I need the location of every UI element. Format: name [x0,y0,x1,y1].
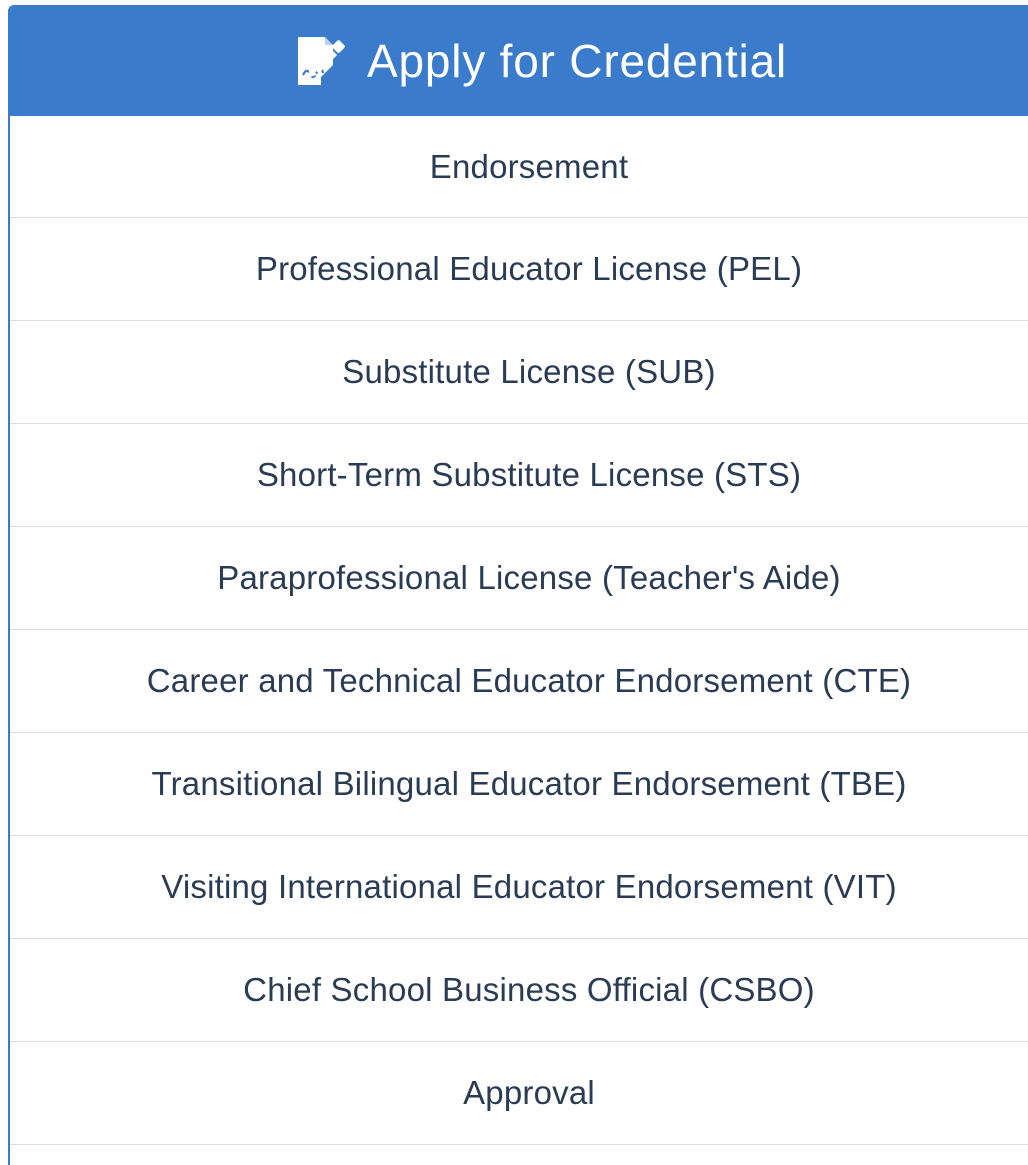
credential-item-label: Visiting International Educator Endorsem… [161,868,897,905]
page-title: Apply for Credential [367,35,787,87]
credential-item-sts[interactable]: Short-Term Substitute License (STS) [10,424,1028,527]
credential-item-label: Chief School Business Official (CSBO) [243,971,815,1008]
edit-document-icon [295,35,353,87]
credential-item-paraprofessional[interactable]: Paraprofessional License (Teacher's Aide… [10,527,1028,630]
credential-item-approval[interactable]: Approval [10,1042,1028,1145]
panel-header: Apply for Credential [10,6,1028,116]
credential-item-tbe[interactable]: Transitional Bilingual Educator Endorsem… [10,733,1028,836]
credential-item-pel[interactable]: Professional Educator License (PEL) [10,218,1028,321]
header-title-group: Apply for Credential [295,34,787,88]
apply-credential-panel: Apply for Credential Endorsement Profess… [8,5,1028,1165]
credential-item-label: Substitute License (SUB) [342,353,716,390]
credential-item-label: Paraprofessional License (Teacher's Aide… [217,559,841,596]
credential-item-label: Career and Technical Educator Endorsemen… [146,662,912,699]
credential-item-label: Transitional Bilingual Educator Endorsem… [151,765,907,802]
credential-list: Endorsement Professional Educator Licens… [10,116,1028,1145]
credential-item-label: Approval [463,1074,595,1111]
credential-item-sub[interactable]: Substitute License (SUB) [10,321,1028,424]
credential-item-label: Short-Term Substitute License (STS) [256,456,802,493]
credential-item-label: Endorsement [429,147,629,185]
credential-item-vit[interactable]: Visiting International Educator Endorsem… [10,836,1028,939]
credential-item-csbo[interactable]: Chief School Business Official (CSBO) [10,939,1028,1042]
credential-item-label: Professional Educator License (PEL) [255,250,803,287]
credential-item-cte[interactable]: Career and Technical Educator Endorsemen… [10,630,1028,733]
credential-item-endorsement[interactable]: Endorsement [10,116,1028,218]
